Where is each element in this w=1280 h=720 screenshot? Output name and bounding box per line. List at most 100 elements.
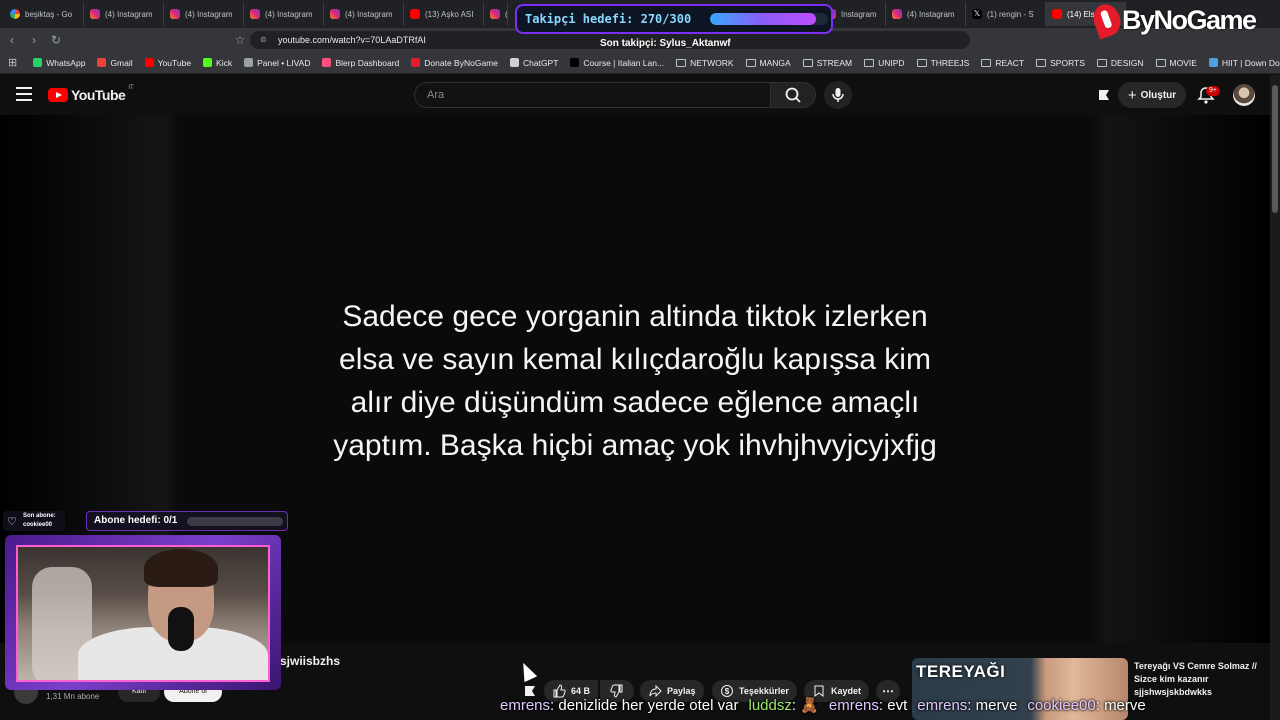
site-favicon-icon bbox=[244, 58, 254, 67]
bookmark-label: Panel • LIVAD bbox=[257, 57, 311, 68]
url-text: youtube.com/watch?v=70LAaDTRfAI bbox=[278, 35, 426, 45]
bookmark-item[interactable]: Panel • LIVAD bbox=[238, 53, 316, 73]
reload-icon[interactable]: ↻ bbox=[46, 30, 66, 50]
bookmark-label: NETWORK bbox=[690, 57, 734, 68]
bookmark-folder[interactable]: MOVIE bbox=[1150, 53, 1203, 73]
chat-message: emrens: merve bbox=[917, 697, 1017, 714]
instagram-icon bbox=[250, 9, 260, 19]
bookmark-label: Gmail bbox=[110, 57, 133, 68]
browser-tab-label: (1) rengin - S bbox=[987, 9, 1034, 19]
bookmark-folder[interactable]: NETWORK bbox=[670, 53, 739, 73]
create-label: Oluştur bbox=[1140, 89, 1177, 101]
account-avatar[interactable] bbox=[1233, 84, 1255, 106]
bookmark-folder[interactable]: SPORTS bbox=[1030, 53, 1091, 73]
page-scrollbar[interactable] bbox=[1270, 75, 1280, 720]
browser-tab-label: (4) Instagram bbox=[265, 9, 313, 19]
browser-tab[interactable]: (4) Instagram bbox=[84, 2, 164, 26]
country-code: IT bbox=[128, 85, 134, 91]
bookmark-item[interactable]: Kick bbox=[197, 53, 238, 73]
bookmark-folder[interactable]: THREEJS bbox=[911, 53, 976, 73]
youtube-logo[interactable]: YouTube IT bbox=[48, 85, 134, 103]
bookmark-folder[interactable]: MANGA bbox=[740, 53, 797, 73]
site-favicon-icon bbox=[509, 58, 519, 67]
subscriber-goal-overlay: Abone hedefi: 0/1 bbox=[86, 511, 288, 531]
site-favicon-icon bbox=[203, 58, 213, 67]
yt-create-clip-icon[interactable] bbox=[1096, 87, 1112, 103]
bookmark-item[interactable]: ChatGPT bbox=[504, 53, 564, 73]
follower-goal-bar bbox=[710, 13, 828, 25]
follower-goal-label: Takipçi hedefi: 270/300 bbox=[525, 12, 692, 26]
bookmark-folder[interactable]: STREAM bbox=[797, 53, 858, 73]
bookmark-folder[interactable]: UNIPD bbox=[858, 53, 910, 73]
chat-overlay: emrens: denizlide her yerde otel var ludd… bbox=[500, 696, 1270, 716]
folder-icon bbox=[676, 58, 687, 67]
chat-message: emrens: denizlide her yerde otel var bbox=[500, 697, 738, 714]
browser-tab[interactable]: (4) Instagram bbox=[164, 2, 244, 26]
follower-goal-fill bbox=[710, 13, 817, 25]
browser-tab[interactable]: (4) Instagram bbox=[886, 2, 966, 26]
bookmark-star-icon[interactable]: ☆ bbox=[230, 30, 250, 50]
scrollbar-thumb[interactable] bbox=[1272, 85, 1278, 213]
search-button[interactable] bbox=[770, 82, 816, 108]
browser-tab[interactable]: (13) Aşko ASI bbox=[404, 2, 484, 26]
bookmark-item[interactable]: HIIT | Down Dog bbox=[1203, 53, 1280, 73]
back-arrow-icon[interactable]: ‹ bbox=[2, 30, 22, 50]
bookmark-item[interactable]: WhatsApp bbox=[27, 53, 91, 73]
search-input[interactable]: Ara bbox=[414, 82, 770, 108]
chat-separator: : bbox=[791, 697, 801, 714]
folder-icon bbox=[1036, 58, 1047, 67]
chat-message: luddsz: 🧸 bbox=[748, 697, 818, 714]
plus-icon: + bbox=[1127, 86, 1137, 104]
bynogame-mark-icon bbox=[1089, 0, 1125, 40]
youtube-play-icon bbox=[48, 88, 68, 102]
bookmark-label: DESIGN bbox=[1110, 57, 1144, 68]
site-favicon-icon bbox=[144, 58, 154, 67]
instagram-icon bbox=[90, 9, 100, 19]
notification-badge: 9+ bbox=[1206, 86, 1220, 96]
menu-icon[interactable] bbox=[16, 87, 32, 101]
browser-tab-label: (4) Instagram bbox=[105, 9, 153, 19]
create-button[interactable]: + Oluştur bbox=[1118, 82, 1186, 108]
suggested-video-title[interactable]: Tereyağı VS Cemre Solmaz // Sizce kim ka… bbox=[1134, 660, 1264, 686]
bookmark-label: UNIPD bbox=[878, 57, 905, 68]
browser-tab[interactable]: (4) Instagram bbox=[244, 2, 324, 26]
site-info-icon[interactable]: ⊜ bbox=[260, 31, 267, 49]
subscriber-goal-bar bbox=[187, 517, 283, 526]
google-icon bbox=[10, 9, 20, 19]
chat-text: merve bbox=[1104, 697, 1146, 714]
folder-icon bbox=[864, 58, 875, 67]
bookmark-folder[interactable]: DESIGN bbox=[1091, 53, 1150, 73]
browser-tab-label: (14) Els bbox=[1067, 9, 1095, 19]
like-count: 64 B bbox=[571, 686, 591, 696]
browser-tab[interactable]: (4) Instagram bbox=[324, 2, 404, 26]
last-sub-name: cookiee00 bbox=[23, 522, 53, 528]
browser-tab-label: beşiktaş - Go bbox=[25, 9, 73, 19]
bookmark-label: YouTube bbox=[157, 57, 192, 68]
last-follower-label: Son takipçi: Sylus_Aktanwf bbox=[600, 38, 731, 49]
voice-search-button[interactable] bbox=[824, 81, 852, 109]
chat-text: denizlide her yerde otel var bbox=[558, 697, 739, 714]
bookmark-label: Donate ByNoGame bbox=[424, 57, 498, 68]
youtube-header: YouTube IT Ara + Oluştur bbox=[0, 75, 1270, 115]
instagram-icon bbox=[490, 9, 500, 19]
browser-tab[interactable]: 𝕏 (1) rengin - S bbox=[966, 2, 1046, 26]
chat-username: cookiee00 bbox=[1027, 697, 1096, 714]
forward-arrow-icon[interactable]: › bbox=[24, 30, 44, 50]
chat-username: emrens bbox=[828, 697, 879, 714]
video-title: sjwiisbzhs bbox=[280, 654, 341, 668]
browser-tab[interactable]: beşiktaş - Go bbox=[4, 2, 84, 26]
bookmark-item[interactable]: YouTube bbox=[139, 53, 197, 73]
bookmark-item[interactable]: Gmail bbox=[91, 53, 138, 73]
folder-icon bbox=[1096, 58, 1107, 67]
bookmark-item[interactable]: Course | Italian Lan... bbox=[564, 53, 670, 73]
last-sub-title: Son abone: bbox=[23, 513, 56, 519]
bookmark-item[interactable]: Donate ByNoGame bbox=[405, 53, 504, 73]
share-label: Paylaş bbox=[667, 686, 696, 696]
bookmark-item[interactable]: Blerp Dashboard bbox=[316, 53, 405, 73]
bynogame-logo: ByNoGame bbox=[1089, 0, 1257, 40]
bookmark-folder[interactable]: REACT bbox=[975, 53, 1030, 73]
webcam-microphone bbox=[168, 607, 194, 651]
browser-tab[interactable]: (4 bbox=[484, 2, 508, 26]
instagram-icon bbox=[170, 9, 180, 19]
apps-grid-icon[interactable]: ⊞ bbox=[6, 53, 27, 73]
